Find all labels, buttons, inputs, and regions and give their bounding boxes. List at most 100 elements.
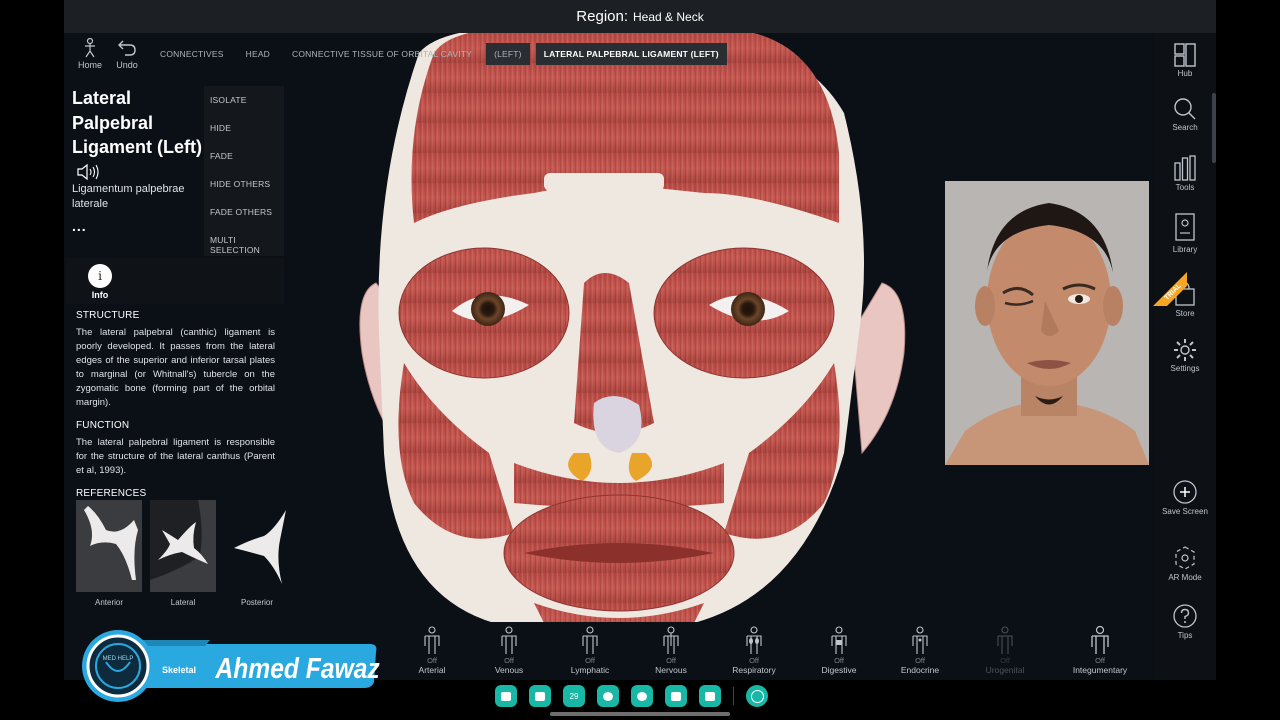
venous-label: Venous [494, 665, 524, 675]
info-content[interactable]: STRUCTURE The lateral palpebral (canthic… [76, 310, 275, 498]
dock: 29 [495, 684, 795, 708]
dock-camera-icon[interactable] [665, 685, 687, 707]
hub-label: Hub [1177, 69, 1193, 78]
breadcrumb: CONNECTIVES HEAD CONNECTIVE TISSUE OF OR… [152, 43, 727, 65]
tips-label: Tips [1177, 631, 1193, 640]
trial-badge: TRIAL [1153, 272, 1187, 306]
presenter-subtitle: Skeletal [162, 665, 196, 675]
save-screen-button[interactable]: Save Screen [1154, 479, 1216, 516]
breadcrumb-left[interactable]: (LEFT) [486, 43, 530, 65]
fade-others-button[interactable]: FADE OTHERS [204, 198, 284, 226]
system-arterial[interactable]: Off Arterial [397, 626, 467, 675]
dock-add-icon[interactable] [746, 685, 768, 707]
reference-photo [945, 181, 1149, 465]
undo-button[interactable]: Undo [107, 38, 147, 70]
hide-button[interactable]: HIDE [204, 114, 284, 142]
dock-photos-icon[interactable] [631, 685, 653, 707]
integumentary-label: Integumentary [1072, 665, 1128, 675]
library-label: Library [1172, 245, 1198, 254]
venous-state: Off [504, 656, 514, 665]
tips-button[interactable]: Tips [1154, 603, 1216, 640]
breadcrumb-orbital-cavity[interactable]: CONNECTIVE TISSUE OF ORBITAL CAVITY [284, 43, 480, 65]
ar-mode-icon [1175, 546, 1195, 570]
dock-calendar-icon[interactable]: 29 [563, 685, 585, 707]
breadcrumb-current[interactable]: LATERAL PALPEBRAL LIGAMENT (LEFT) [535, 43, 727, 65]
multi-selection-button[interactable]: MULTI SELECTION [204, 226, 284, 255]
system-venous[interactable]: Off Venous [474, 626, 544, 675]
ar-mode-label: AR Mode [1168, 573, 1202, 582]
system-endocrine[interactable]: Off Endocrine [885, 626, 955, 675]
thumbnail-lateral-image [150, 500, 216, 592]
references-heading: REFERENCES [76, 488, 147, 498]
region-bar: Region: Head & Neck [64, 0, 1216, 33]
dock-calendar-day: 29 [569, 691, 579, 701]
system-lymphatic[interactable]: Off Lymphatic [555, 626, 625, 675]
hub-icon [1174, 43, 1196, 67]
fade-button[interactable]: FADE [204, 142, 284, 170]
question-icon [1173, 604, 1197, 628]
system-urogenital[interactable]: Off Urogenital [970, 626, 1040, 675]
tools-icon [1174, 155, 1196, 181]
tools-label: Tools [1175, 183, 1195, 192]
system-respiratory[interactable]: Off Respiratory [719, 626, 789, 675]
system-digestive[interactable]: Off Digestive [804, 626, 874, 675]
settings-label: Settings [1170, 364, 1200, 373]
structure-heading: STRUCTURE [76, 310, 140, 321]
region-label: Region: [576, 8, 628, 25]
region-value[interactable]: Head & Neck [633, 10, 704, 24]
info-tab-label: Info [91, 290, 109, 300]
structure-title-text: Lateral Palpebral Ligament (Left) [72, 88, 202, 157]
undo-icon [118, 40, 136, 56]
info-icon: i [88, 264, 112, 288]
library-icon [1175, 213, 1195, 241]
dock-folder-icon[interactable] [529, 685, 551, 707]
endocrine-icon [912, 626, 928, 654]
isolate-button[interactable]: ISOLATE [204, 86, 284, 114]
info-tab[interactable]: i Info [66, 258, 284, 304]
dock-notes-icon[interactable] [495, 685, 517, 707]
presenter-banner: MED HELP Skeletal Ahmed Fawaz [80, 626, 380, 706]
presenter-name: Ahmed Fawaz [215, 652, 380, 684]
latin-name: Ligamentum palpebrae laterale [72, 183, 185, 210]
save-screen-label: Save Screen [1162, 507, 1208, 516]
thumbnail-posterior[interactable]: Posterior [224, 500, 290, 607]
thumbnail-lateral[interactable]: Lateral [150, 500, 216, 607]
system-integumentary[interactable]: Off Integumentary [1065, 626, 1135, 675]
home-button[interactable]: Home [70, 38, 110, 70]
function-heading: FUNCTION [76, 420, 130, 431]
speaker-icon[interactable] [76, 163, 100, 180]
thumbnail-posterior-caption: Posterior [240, 598, 273, 607]
settings-button[interactable]: Settings [1154, 338, 1216, 373]
dock-divider [733, 687, 734, 705]
thumbnail-anterior-caption: Anterior [94, 598, 123, 607]
search-icon [1174, 98, 1196, 120]
ar-mode-button[interactable]: AR Mode [1154, 545, 1216, 582]
dock-browser-icon[interactable] [597, 685, 619, 707]
respiratory-icon [746, 626, 762, 654]
thumbnail-lateral-caption: Lateral [170, 598, 196, 607]
undo-label: Undo [116, 60, 138, 70]
more-options-button[interactable]: ... [72, 218, 87, 234]
nervous-label: Nervous [655, 665, 687, 675]
system-nervous[interactable]: Off Nervous [636, 626, 706, 675]
search-button[interactable]: Search [1154, 97, 1216, 132]
tools-button[interactable]: Tools [1154, 155, 1216, 192]
breadcrumb-head[interactable]: HEAD [238, 43, 278, 65]
endocrine-label: Endocrine [900, 665, 940, 675]
structure-title: Lateral Palpebral Ligament (Left) [72, 86, 202, 184]
store-label: Store [1175, 309, 1195, 318]
structure-text: The lateral palpebral (canthic) ligament… [76, 327, 275, 408]
breadcrumb-connectives[interactable]: CONNECTIVES [152, 43, 232, 65]
hide-others-button[interactable]: HIDE OTHERS [204, 170, 284, 198]
library-button[interactable]: Library [1154, 213, 1216, 254]
lymphatic-icon [582, 626, 598, 654]
scrollbar[interactable] [1212, 93, 1216, 163]
hub-button[interactable]: Hub [1154, 43, 1216, 78]
dock-apps-icon[interactable] [699, 685, 721, 707]
home-indicator[interactable] [550, 712, 730, 716]
view-thumbnails: Anterior Lateral Posterior [72, 500, 290, 612]
lymphatic-state: Off [585, 656, 595, 665]
person-icon [85, 38, 95, 58]
endocrine-state: Off [915, 656, 925, 665]
thumbnail-anterior[interactable]: Anterior [76, 500, 142, 607]
